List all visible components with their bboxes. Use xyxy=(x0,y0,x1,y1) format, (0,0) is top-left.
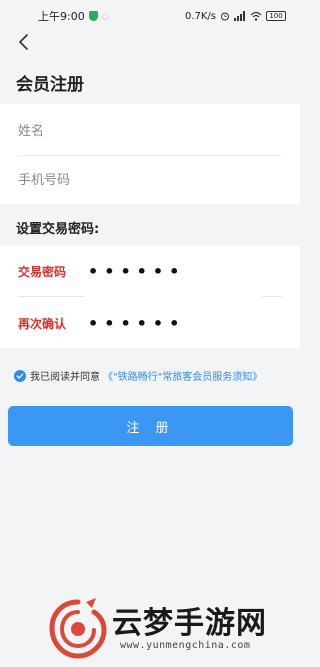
info-card xyxy=(0,104,300,204)
wifi-icon xyxy=(250,11,262,21)
back-button[interactable] xyxy=(12,30,36,54)
status-left: 上午9:00 ◌ xyxy=(38,8,109,24)
confirm-password-field[interactable]: 再次确认 •••••• xyxy=(18,298,282,348)
phone-field[interactable] xyxy=(18,156,282,204)
agreement-text: 我已阅读并同意 xyxy=(30,372,100,383)
divider xyxy=(18,296,84,297)
register-button[interactable]: 注 册 xyxy=(8,406,293,446)
agree-checkbox[interactable] xyxy=(14,369,26,382)
status-right: 0.7K/s 100 xyxy=(185,11,286,22)
status-time: 上午9:00 xyxy=(38,10,85,23)
agreement-link[interactable]: 《"铁路畅行"常旅客会员服务须知》 xyxy=(103,368,262,383)
watermark-title: 云梦手游网 xyxy=(112,606,267,641)
check-icon xyxy=(16,372,24,379)
password-label: 交易密码 xyxy=(18,264,67,279)
shield-icon xyxy=(88,11,98,21)
password-section-title: 设置交易密码: xyxy=(16,222,100,237)
password-card: 交易密码 •••••• 再次确认 •••••• xyxy=(0,246,300,348)
confirm-password-input[interactable]: •••••• xyxy=(88,314,185,333)
alarm-icon xyxy=(221,12,229,21)
password-field[interactable]: 交易密码 •••••• xyxy=(18,246,282,296)
battery-icon: 100 xyxy=(266,11,286,21)
watermark-logo-icon xyxy=(49,598,107,659)
divider xyxy=(262,296,282,297)
watermark-url: www.yunmengchina.com xyxy=(120,640,251,651)
agreement-row: 我已阅读并同意 《"铁路畅行"常旅客会员服务须知》 xyxy=(14,368,262,383)
signal-icon xyxy=(234,11,245,21)
password-input[interactable]: •••••• xyxy=(88,262,185,281)
network-speed: 0.7K/s xyxy=(184,10,216,22)
notification-icon: ◌ xyxy=(101,11,109,21)
confirm-password-label: 再次确认 xyxy=(18,316,67,331)
name-input[interactable] xyxy=(18,124,282,139)
chevron-left-icon xyxy=(19,34,28,50)
status-bar: 上午9:00 ◌ 0.7K/s 100 xyxy=(0,0,300,32)
phone-input[interactable] xyxy=(18,172,282,188)
watermark: 云梦手游网 www.yunmengchina.com xyxy=(48,596,288,666)
name-field[interactable] xyxy=(18,108,282,156)
page-title: 会员注册 xyxy=(16,75,84,95)
